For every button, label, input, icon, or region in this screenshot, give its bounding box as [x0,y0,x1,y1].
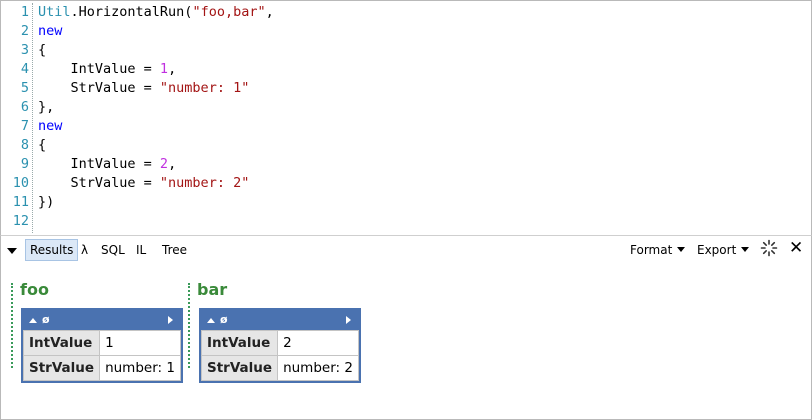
code-token: "number: 2" [159,175,250,191]
code-token: { [38,137,47,153]
line-number: 10 [12,175,29,191]
property-value: number: 1 [99,355,181,381]
line-number: 3 [20,42,29,58]
code-token: , [265,4,274,20]
code-line[interactable]: StrValue = "number: 1" [38,79,250,98]
line-number: 11 [12,194,29,210]
table-row: IntValue 2 [200,330,359,356]
property-value: 1 [99,330,181,356]
code-token: Util [38,4,71,20]
tab-results[interactable]: Results [25,239,79,261]
table-row: IntValue 1 [22,330,181,356]
code-token: { [38,42,47,58]
tab-il[interactable]: IL [136,240,146,260]
property-table: IntValue 2 StrValue number: 2 [200,330,359,381]
line-number: 12 [12,213,29,229]
gutter-separator [32,3,33,233]
object-table: ø IntValue 2 StrValue number: 2 [199,308,361,383]
property-value: 2 [277,330,359,356]
results-panel: foo ø IntValue 1 StrValue number: 1 bar [0,264,812,420]
dotted-divider [188,283,190,368]
expand-right-icon[interactable] [345,316,351,324]
property-table: IntValue 1 StrValue number: 1 [22,330,181,381]
code-token: StrValue = [38,80,160,96]
line-number: 8 [20,137,29,153]
close-results-button[interactable]: ✕ [789,238,803,258]
code-token: }) [38,194,55,210]
code-line[interactable]: IntValue = 2, [38,155,177,174]
null-symbol: ø [42,313,50,326]
line-number: 2 [20,23,29,39]
table-header[interactable]: ø [23,310,181,330]
tab-sql[interactable]: SQL [101,240,125,260]
null-symbol: ø [220,313,228,326]
line-number: 6 [20,99,29,115]
code-line[interactable]: new [38,22,62,41]
code-token: IntValue = [38,61,160,77]
property-value: number: 2 [277,355,359,381]
object-table: ø IntValue 1 StrValue number: 1 [21,308,183,383]
line-number: 7 [20,118,29,134]
property-key: IntValue [22,330,101,356]
line-number: 5 [20,80,29,96]
collapse-up-icon[interactable] [29,318,37,323]
collapse-results-button[interactable] [7,240,17,260]
line-number: 1 [20,4,29,20]
code-line[interactable]: { [38,136,46,155]
code-token: 2 [159,156,169,172]
tab-lambda[interactable]: λ [81,240,88,260]
code-token: "foo,bar" [192,4,266,20]
property-key: StrValue [22,355,101,381]
export-label: Export [697,243,737,257]
line-number: 4 [20,61,29,77]
code-token: "number: 1" [159,80,250,96]
expand-right-icon[interactable] [167,316,173,324]
tab-tree[interactable]: Tree [162,240,187,260]
code-token: , [168,61,177,77]
code-line[interactable]: }) [38,193,54,212]
dotted-divider [11,283,13,368]
detach-results-button[interactable] [760,239,778,259]
column-title: bar [197,280,228,299]
code-token: IntValue = [38,156,160,172]
code-line[interactable]: StrValue = "number: 2" [38,174,250,193]
property-key: StrValue [200,355,279,381]
code-token: .HorizontalRun( [70,4,193,20]
code-line[interactable]: }, [38,98,54,117]
table-row: StrValue number: 1 [22,355,181,381]
table-header[interactable]: ø [201,310,359,330]
code-editor[interactable]: 1 Util.HorizontalRun("foo,bar", 2 new 3{4 In… [0,0,812,235]
code-line[interactable]: { [38,41,46,60]
collapse-up-icon[interactable] [207,318,215,323]
triangle-down-icon [7,247,17,254]
code-token: StrValue = [38,175,160,191]
format-dropdown[interactable]: Format [630,240,686,260]
code-token: new [38,118,63,134]
code-line[interactable]: IntValue = 1, [38,60,177,79]
table-row: StrValue number: 2 [200,355,359,381]
chevron-down-icon [741,247,750,252]
code-token: 1 [159,61,169,77]
code-line[interactable]: Util.HorizontalRun("foo,bar", [38,3,274,22]
chevron-down-icon [677,247,686,252]
export-dropdown[interactable]: Export [697,240,750,260]
code-token: }, [38,99,55,115]
column-title: foo [20,280,49,299]
code-token: new [38,23,63,39]
results-toolbar: Results λ SQL IL Tree Format Export ✕ [0,235,812,265]
spinner-icon [760,239,778,257]
code-line[interactable]: new [38,117,62,136]
code-token: , [168,156,177,172]
line-number: 9 [20,156,29,172]
format-label: Format [630,243,673,257]
property-key: IntValue [200,330,279,356]
